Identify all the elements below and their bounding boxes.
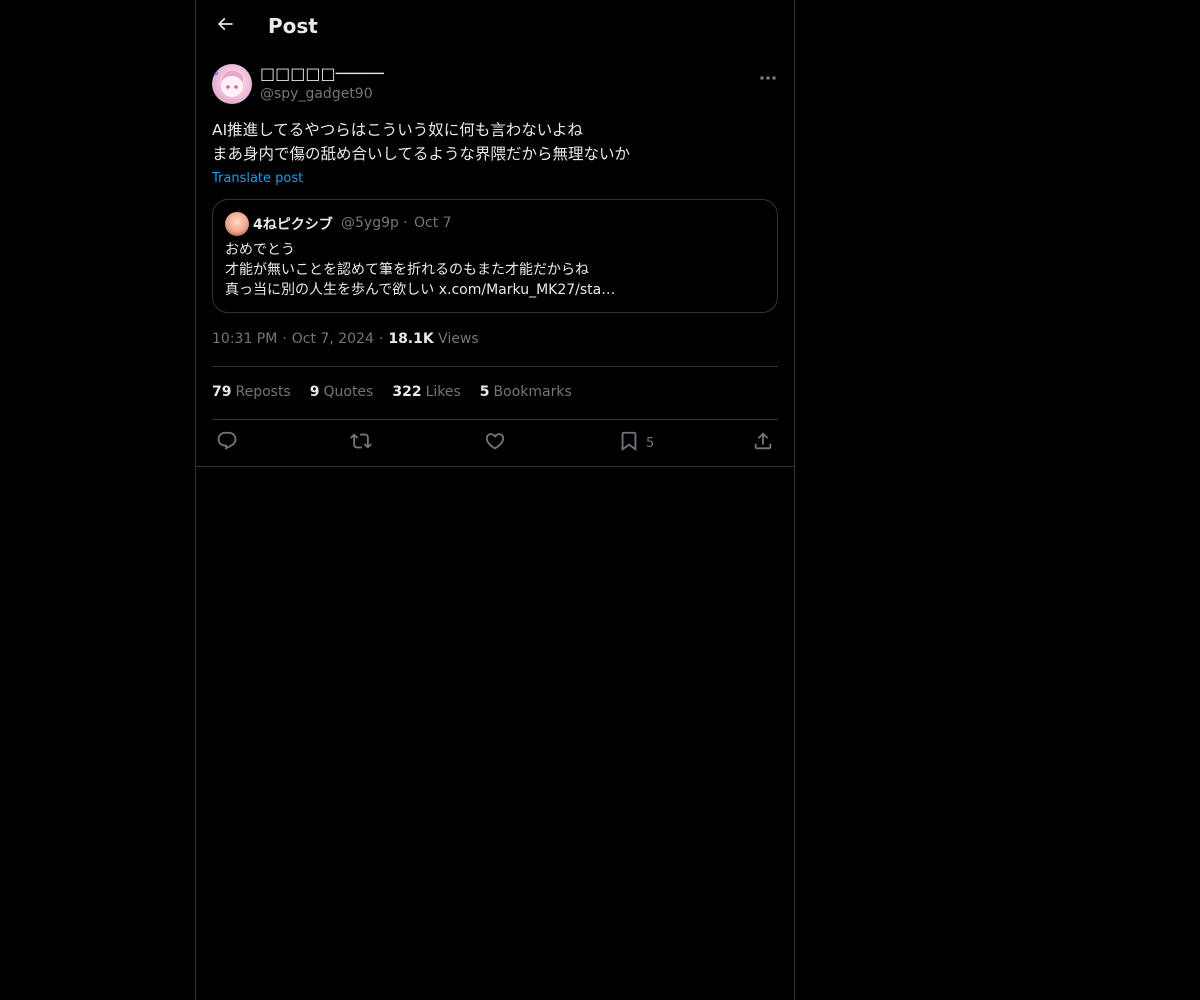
meta-separator: · (378, 331, 384, 347)
quoted-post[interactable]: 4ねピクシブ @5yg9p · Oct 7 おめでとう 才能が無いことを認めて筆… (212, 199, 778, 313)
quote-date: Oct 7 (414, 215, 452, 231)
meta-separator: · (282, 331, 287, 347)
stat-label: Quotes (323, 384, 374, 400)
bookmark-button[interactable]: 5 (618, 430, 654, 456)
more-options-button[interactable] (754, 64, 782, 86)
post-text-line: AI推進してるやつらはこういう奴に何も言わないよね (212, 121, 583, 139)
views-count: 18.1K (388, 331, 434, 347)
quote-author-handle: @5yg9p (341, 215, 399, 231)
reply-icon (216, 430, 238, 456)
likes-stat[interactable]: 322 Likes (392, 384, 460, 400)
bookmarks-stat[interactable]: 5 Bookmarks (480, 384, 572, 400)
back-arrow-icon (215, 14, 235, 38)
reply-button[interactable] (216, 430, 238, 456)
quotes-stat[interactable]: 9 Quotes (310, 384, 374, 400)
stat-label: Reposts (235, 384, 291, 400)
repost-button[interactable] (350, 430, 372, 456)
stat-label: Likes (425, 384, 461, 400)
share-icon (752, 430, 774, 456)
quote-text: おめでとう 才能が無いことを認めて筆を折れるのもまた才能だからね 真っ当に別の人… (225, 240, 765, 300)
quote-author-name: 4ねピクシブ (253, 217, 333, 233)
heart-icon (484, 430, 506, 456)
page-title: Post (268, 14, 318, 38)
post-time[interactable]: 10:31 PM (212, 331, 277, 347)
stat-count: 79 (212, 384, 232, 400)
back-button[interactable] (208, 9, 242, 43)
quote-separator: · (403, 215, 408, 231)
divider (212, 366, 778, 367)
post-bottom-border (196, 466, 794, 467)
translate-post-link[interactable]: Translate post (212, 171, 303, 186)
author-avatar[interactable] (212, 64, 252, 104)
share-button[interactable] (752, 430, 774, 456)
stat-count: 9 (309, 384, 320, 400)
author-handle[interactable]: @spy_gadget90 (260, 86, 373, 102)
stat-count: 5 (479, 384, 490, 400)
bookmark-count: 5 (646, 435, 655, 451)
stat-count: 322 (392, 384, 422, 400)
quote-text-line: 才能が無いことを認めて筆を折れるのもまた才能だからね (225, 262, 589, 278)
repost-icon (350, 430, 372, 456)
action-bar: 5 (196, 420, 794, 466)
post-meta: 10:31 PM · Oct 7, 2024 · 18.1K Views (212, 331, 479, 347)
stat-label: Bookmarks (493, 384, 572, 400)
author-name[interactable]: □□□□□───── (260, 64, 384, 83)
bookmark-icon (618, 430, 640, 456)
quote-text-line: おめでとう (225, 242, 295, 258)
post-date[interactable]: Oct 7, 2024 (292, 331, 374, 347)
post-stats: 79 Reposts 9 Quotes 322 Likes 5 Bookmarks (212, 384, 572, 400)
like-button[interactable] (484, 430, 506, 456)
quote-author-avatar (225, 212, 249, 236)
main-column: Post □□□□□───── @spy_gadget90 AI推進してるやつら… (195, 0, 795, 1000)
views-label: Views (438, 331, 479, 347)
post-text-line: まあ身内で傷の舐め合いしてるような界隈だから無理ないか (212, 145, 631, 163)
post-text: AI推進してるやつらはこういう奴に何も言わないよね まあ身内で傷の舐め合いしてる… (212, 118, 772, 166)
reposts-stat[interactable]: 79 Reposts (212, 384, 291, 400)
post-header: Post (196, 0, 794, 53)
more-icon (759, 66, 777, 85)
quote-text-line: 真っ当に別の人生を歩んで欲しい x.com/Marku_MK27/sta… (225, 282, 616, 298)
